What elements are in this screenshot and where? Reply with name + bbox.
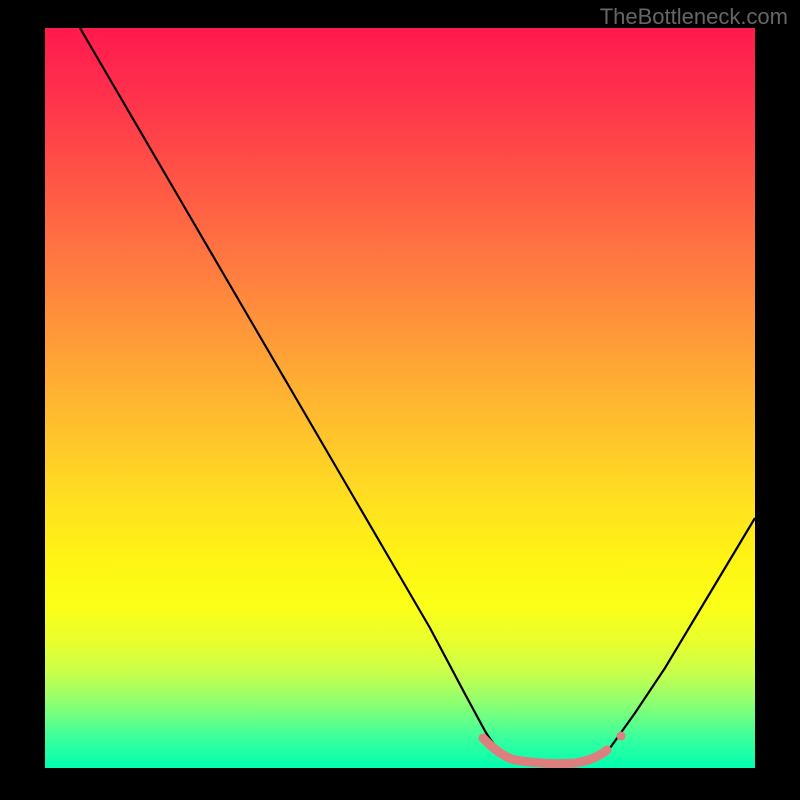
plot-area xyxy=(45,28,755,768)
optimal-end-dot xyxy=(617,732,626,741)
bottleneck-curve-line xyxy=(80,28,755,764)
watermark-text: TheBottleneck.com xyxy=(600,4,788,30)
chart-svg xyxy=(45,28,755,768)
optimal-segment-line xyxy=(483,738,607,764)
